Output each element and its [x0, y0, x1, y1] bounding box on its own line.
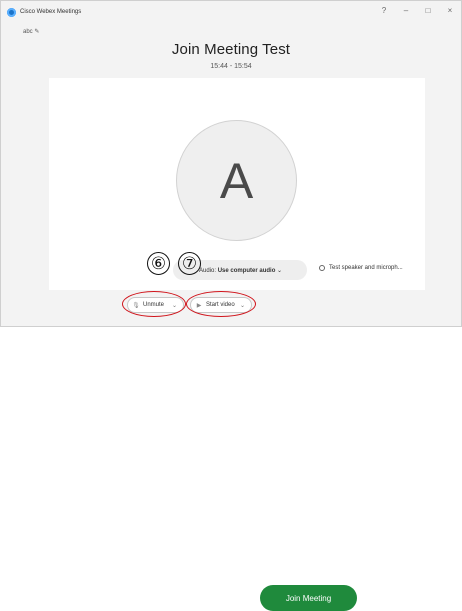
test-speaker-link[interactable]: Test speaker and microph... [319, 265, 403, 271]
audio-label: Audio: Use computer audio ⌄ [199, 267, 282, 274]
start-video-button[interactable]: ▶ Start video ⌄ [190, 297, 252, 313]
app-title: Cisco Webex Meetings [20, 9, 82, 15]
topic-edit[interactable]: abc ✎ [23, 28, 39, 35]
chevron-down-icon[interactable]: ⌄ [172, 302, 177, 309]
video-camera-icon: ▶ [196, 302, 202, 309]
topic-label: abc [23, 29, 33, 35]
webex-window: Cisco Webex Meetings ? – □ × abc ✎ Join … [0, 0, 462, 611]
minimize-icon[interactable]: – [401, 6, 411, 15]
meeting-title: Join Meeting Test [171, 41, 291, 58]
unmute-label: Unmute [143, 302, 165, 308]
annotation-step-7: ⑦ [178, 252, 201, 275]
meeting-controls-bar: 🎙 Unmute ⌄ ▶ Start video ⌄ Join Meeting [1, 293, 461, 611]
annotation-step-6: ⑥ [147, 252, 170, 275]
join-meeting-button[interactable]: Join Meeting [260, 585, 357, 611]
close-icon[interactable]: × [445, 6, 455, 15]
title-bar: Cisco Webex Meetings ? – □ × [1, 1, 461, 23]
maximize-icon[interactable]: □ [423, 6, 433, 15]
help-icon[interactable]: ? [379, 6, 389, 15]
microphone-icon: 🎙 [132, 302, 140, 309]
audio-prefix: Audio: [199, 267, 217, 274]
chevron-down-icon[interactable]: ⌄ [240, 302, 245, 309]
speaker-test-icon [319, 265, 325, 271]
unmute-button[interactable]: 🎙 Unmute ⌄ [127, 297, 184, 313]
webex-logo-icon [7, 7, 16, 17]
start-video-label: Start video [206, 302, 235, 308]
avatar: A [176, 120, 297, 241]
meeting-header: Join Meeting Test 15:44 - 15:54 [1, 41, 461, 70]
chevron-down-icon: ⌄ [277, 267, 283, 274]
window-controls: ? – □ × [379, 6, 455, 15]
audio-selection: Use computer audio [217, 267, 276, 274]
test-speaker-label: Test speaker and microph... [329, 265, 403, 271]
meeting-time: 15:44 - 15:54 [210, 63, 252, 70]
pencil-icon: ✎ [34, 29, 40, 35]
